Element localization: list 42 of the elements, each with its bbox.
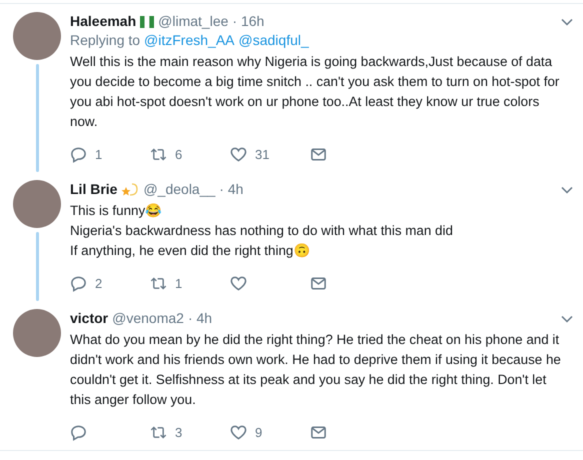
reply-icon[interactable] — [70, 274, 87, 292]
heart-icon[interactable] — [230, 274, 247, 292]
retweet-count: 3 — [175, 424, 182, 440]
avatar[interactable] — [13, 12, 61, 60]
mail-icon[interactable] — [310, 424, 327, 440]
replying-label: Replying to — [70, 31, 140, 50]
like-count: 31 — [255, 146, 270, 162]
tweet-text: What do you mean by he did the right thing? He tried the cheat on his phone and it didn't work and his friends own work. He had to deprive them if using it because he couldn't get it. Selfishness at its peak and you say he did the right thing. Don't let this anger follow you. — [70, 331, 562, 409]
tweet-text: This is funny😂 Nigeria's backwardness has nothing to do with what this man did If anything, he even did the right thing🙃 — [70, 202, 454, 260]
heart-icon[interactable] — [230, 424, 247, 440]
retweet-icon[interactable] — [150, 274, 167, 292]
timestamp[interactable]: · 16h — [232, 12, 264, 31]
user-handle[interactable]: @venoma2 — [112, 309, 184, 328]
mention-link[interactable]: @itzFresh_AA — [144, 31, 235, 50]
star-icon — [121, 182, 140, 198]
user-name[interactable]: Lil Brie — [70, 180, 118, 199]
timestamp[interactable]: · 4h — [219, 180, 244, 199]
retweet-icon[interactable] — [150, 424, 167, 440]
caret-icon[interactable] — [561, 18, 573, 26]
timestamp[interactable]: · 4h — [188, 309, 212, 328]
reply-count: 2 — [95, 276, 102, 290]
caret-icon[interactable] — [561, 186, 573, 194]
reply-count: 1 — [95, 146, 102, 162]
mail-icon[interactable] — [310, 274, 327, 292]
user-handle[interactable]: @_deola__ — [143, 180, 216, 199]
heart-icon[interactable] — [230, 146, 247, 162]
like-count: 9 — [255, 424, 262, 440]
retweet-count: 6 — [175, 146, 182, 162]
flag-icon — [140, 16, 154, 28]
retweet-count: 1 — [175, 276, 182, 290]
avatar[interactable] — [13, 180, 61, 228]
user-handle[interactable]: @limat_lee — [158, 12, 228, 31]
user-name[interactable]: Haleemah — [70, 12, 136, 31]
reply-icon[interactable] — [70, 424, 87, 440]
tweet-text: Well this is the main reason why Nigeria is going backwards,Just because of data you decide to become a big time snitch .. can't you ask them to turn on hot-spot for you abi hot-spot doesn't work on ur phone too..At least they know ur true colors now. — [70, 53, 560, 131]
caret-icon[interactable] — [561, 314, 573, 322]
reply-icon[interactable] — [70, 146, 87, 162]
avatar[interactable] — [13, 309, 61, 357]
mention-link[interactable]: @sadiqful_ — [238, 31, 309, 50]
retweet-icon[interactable] — [150, 146, 167, 162]
user-name[interactable]: victor — [70, 309, 108, 328]
mail-icon[interactable] — [310, 146, 327, 162]
